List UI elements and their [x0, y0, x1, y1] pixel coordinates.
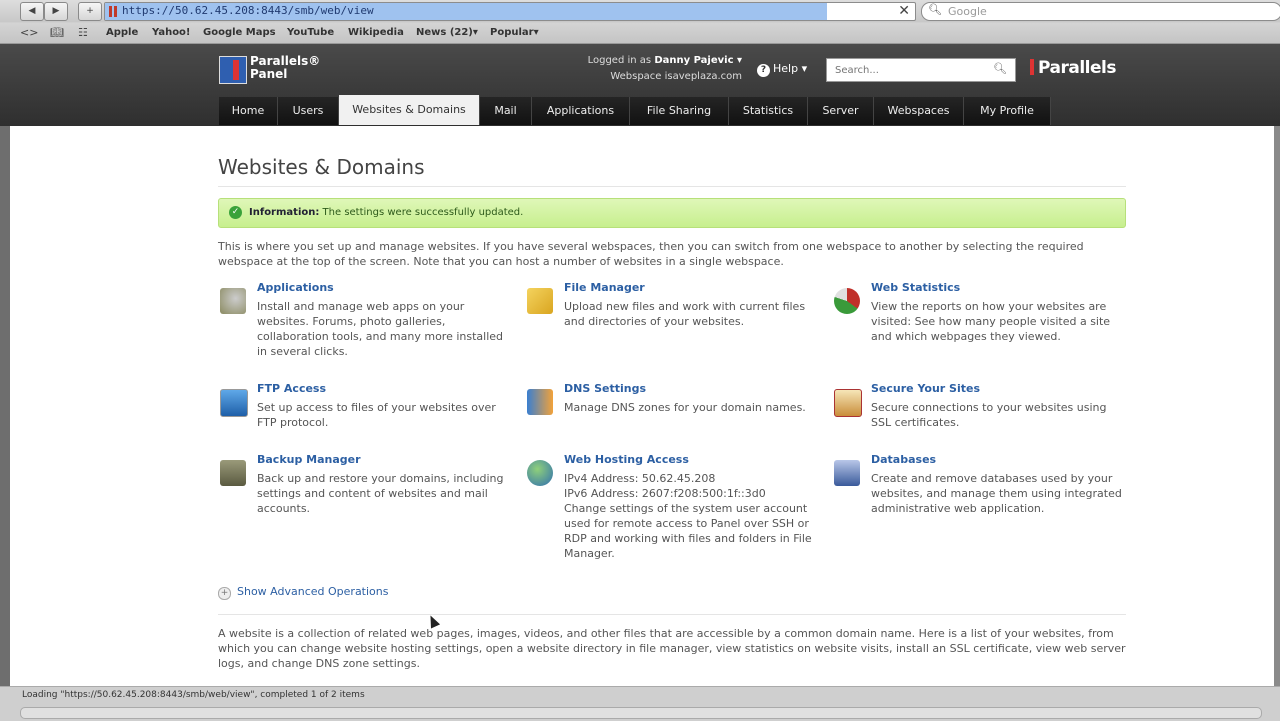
title-divider — [218, 186, 1126, 187]
panel-search-box[interactable]: 🔍︎ — [826, 58, 1016, 82]
browser-toolbar: ◀ ▶ + https://50.62.45.208:8443/smb/web/… — [0, 0, 1280, 22]
panel-search-input[interactable] — [833, 59, 987, 81]
tab-server[interactable]: Server — [808, 97, 874, 125]
globe-icon — [527, 460, 553, 486]
dns-icon — [527, 389, 553, 415]
certificate-icon — [834, 389, 862, 417]
bookmark-google-maps[interactable]: Google Maps — [203, 27, 276, 38]
window-edge-left — [0, 126, 10, 686]
bookmarks-bar: <> 📖︎ ☷ Apple Yahoo! Google Maps YouTube… — [0, 23, 1280, 44]
parallels-panel-logo-icon[interactable] — [219, 56, 247, 84]
grid-icon[interactable]: ☷ — [78, 26, 88, 39]
address-bar[interactable]: https://50.62.45.208:8443/smb/web/view ✕ — [104, 2, 916, 21]
info-text: The settings were successfully updated. — [322, 207, 524, 218]
check-icon: ✓ — [229, 206, 242, 219]
book-icon[interactable]: 📖︎ — [50, 26, 64, 39]
browser-status-bar: Loading "https://50.62.45.208:8443/smb/w… — [0, 686, 1280, 721]
monitor-icon — [220, 389, 248, 417]
folder-icon — [527, 288, 553, 314]
advanced-label: Show Advanced Operations — [237, 585, 389, 598]
tab-my-profile[interactable]: My Profile — [964, 97, 1051, 125]
search-icon[interactable]: 🔍︎ — [993, 62, 1007, 75]
tab-users[interactable]: Users — [278, 97, 339, 125]
section-divider — [218, 614, 1126, 615]
help-menu[interactable]: ? Help ▾ — [757, 62, 807, 77]
tab-webspaces[interactable]: Webspaces — [874, 97, 964, 125]
web-hosting-access-link[interactable]: Web Hosting Access — [564, 453, 689, 466]
ftp-access-description: Set up access to files of your websites … — [257, 401, 496, 429]
stop-icon[interactable]: ✕ — [898, 3, 910, 19]
backup-manager-description: Back up and restore your domains, includ… — [257, 472, 504, 515]
applications-description: Install and manage web apps on your webs… — [257, 300, 504, 358]
secure-your-sites-link[interactable]: Secure Your Sites — [871, 382, 980, 395]
forward-button[interactable]: ▶ — [44, 2, 68, 21]
parallels-panel-logo-text: Parallels® Panel — [250, 55, 320, 81]
user-menu[interactable]: Danny Pajevic ▾ — [654, 55, 742, 66]
file-manager-description: Upload new files and work with current f… — [564, 300, 806, 328]
secure-your-sites-description: Secure connections to your websites usin… — [871, 401, 1107, 429]
brand-bar-icon — [1030, 59, 1034, 75]
tab-applications[interactable]: Applications — [532, 97, 630, 125]
webspace-selector[interactable]: isaveplaza.com — [665, 71, 742, 82]
tab-websites-domains[interactable]: Websites & Domains — [339, 95, 480, 125]
info-label: Information: — [249, 207, 320, 218]
add-bookmark-button[interactable]: + — [78, 2, 102, 21]
applications-icon — [220, 288, 246, 314]
database-icon — [834, 460, 860, 486]
tab-file-sharing[interactable]: File Sharing — [630, 97, 729, 125]
bookmark-popular[interactable]: Popular▾ — [490, 27, 539, 38]
expand-icon: + — [218, 587, 231, 600]
web-statistics-link[interactable]: Web Statistics — [871, 281, 960, 294]
back-button[interactable]: ◀ — [20, 2, 44, 21]
browser-search-field[interactable]: 🔍︎ Google — [921, 2, 1280, 21]
intro-text: This is where you set up and manage webs… — [218, 240, 1084, 268]
url-text: https://50.62.45.208:8443/smb/web/view — [122, 4, 374, 17]
logged-in-label: Logged in as — [587, 55, 652, 66]
bookmark-youtube[interactable]: YouTube — [287, 27, 334, 38]
page-title: Websites & Domains — [218, 155, 425, 179]
databases-description: Create and remove databases used by your… — [871, 472, 1122, 515]
parallels-brand-logo: Parallels — [1030, 58, 1116, 78]
databases-link[interactable]: Databases — [871, 453, 936, 466]
window-edge-right — [1274, 126, 1280, 686]
bookmark-news[interactable]: News (22)▾ — [416, 27, 478, 38]
help-label: Help ▾ — [773, 62, 808, 75]
tab-statistics[interactable]: Statistics — [729, 97, 808, 125]
horizontal-scrollbar[interactable] — [20, 707, 1262, 719]
dns-settings-link[interactable]: DNS Settings — [564, 382, 646, 395]
site-icon — [109, 6, 112, 17]
file-manager-link[interactable]: File Manager — [564, 281, 645, 294]
backup-manager-link[interactable]: Backup Manager — [257, 453, 361, 466]
websites-description: A website is a collection of related web… — [218, 627, 1126, 670]
status-text: Loading "https://50.62.45.208:8443/smb/w… — [22, 690, 365, 700]
login-info: Logged in as Danny Pajevic ▾ Webspace is… — [560, 53, 742, 85]
applications-link[interactable]: Applications — [257, 281, 334, 294]
backup-icon — [220, 460, 246, 486]
browser-search-placeholder: Google — [948, 5, 987, 18]
ftp-access-link[interactable]: FTP Access — [257, 382, 326, 395]
tab-home[interactable]: Home — [219, 97, 278, 125]
bookmark-yahoo[interactable]: Yahoo! — [152, 27, 191, 38]
magnifier-icon: 🔍︎ — [928, 3, 942, 16]
reader-icon[interactable]: <> — [20, 26, 38, 39]
brand-text: Parallels — [1038, 58, 1116, 78]
bookmark-wikipedia[interactable]: Wikipedia — [348, 27, 404, 38]
show-advanced-operations-link[interactable]: + Show Advanced Operations — [218, 585, 388, 600]
dns-settings-description: Manage DNS zones for your domain names. — [564, 401, 806, 414]
tab-mail[interactable]: Mail — [480, 97, 532, 125]
site-icon-part — [114, 6, 117, 17]
web-statistics-description: View the reports on how your websites ar… — [871, 300, 1111, 343]
logo-line2: Panel — [250, 67, 288, 81]
info-message: ✓ Information: The settings were success… — [218, 198, 1126, 228]
webspace-label: Webspace — [610, 71, 662, 82]
bookmark-apple[interactable]: Apple — [106, 27, 138, 38]
help-icon: ? — [757, 64, 770, 77]
pie-chart-icon — [834, 288, 860, 314]
web-hosting-access-description: IPv4 Address: 50.62.45.208 IPv6 Address:… — [564, 472, 812, 560]
